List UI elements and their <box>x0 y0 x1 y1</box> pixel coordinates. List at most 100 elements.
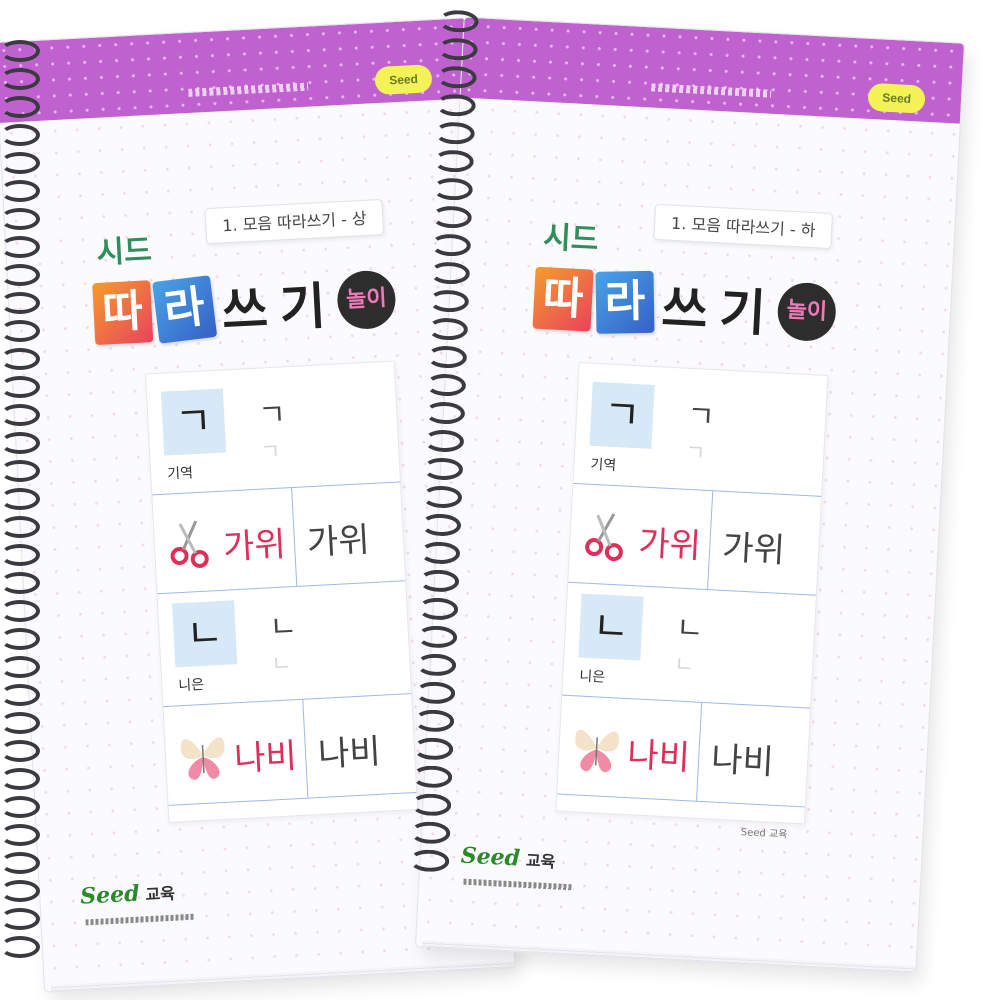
play-circle-badge: 놀이 <box>335 269 397 331</box>
spiral-coil <box>0 404 40 426</box>
word-cell: 나비 <box>557 695 703 801</box>
spiral-coil <box>433 149 475 173</box>
brand-title: 시드 <box>542 219 600 258</box>
spiral-coil <box>0 656 40 678</box>
spiral-coil <box>432 177 474 201</box>
spiral-coil <box>0 684 40 706</box>
spiral-coil <box>0 348 40 370</box>
spiral-coil <box>0 320 40 342</box>
spiral-coil <box>0 936 40 958</box>
spiral-coil <box>419 541 461 565</box>
word-trace: 가위 <box>721 527 786 572</box>
letter-name: 기역 <box>166 465 194 483</box>
word-cell: 나비 <box>163 699 309 805</box>
spiral-coil <box>437 37 479 61</box>
word-trace: 가위 <box>306 520 371 564</box>
spiral-coil <box>415 653 457 677</box>
spiral-coil <box>427 317 469 341</box>
spiral-coil <box>0 124 40 146</box>
trace-ghost: ㄴ <box>270 651 293 678</box>
letter-row: ㄱ 기역 ㄱ ㄱ <box>147 376 400 489</box>
sheet-footnote: Seed 교육 <box>740 827 788 841</box>
spiral-coil <box>424 401 466 425</box>
word-row: 가위 가위 <box>568 482 822 596</box>
title-tile: 라 <box>595 270 655 334</box>
spiral-coil <box>0 432 40 454</box>
spiral-coil <box>0 544 40 566</box>
spiral-coil <box>435 93 477 117</box>
letter-box: ㄴ <box>172 600 238 668</box>
spiral-coil <box>0 264 40 286</box>
spiral-coil <box>416 625 458 649</box>
publisher-name: Seed <box>460 842 521 872</box>
spiral-coil <box>0 460 40 482</box>
workbook-front: Seed 시드 1. 모음 따라쓰기 - 하 따 라 쓰 기 놀이 ㄱ 기역 ㄱ… <box>416 17 964 973</box>
spiral-coil <box>429 261 471 285</box>
title-tile: 따 <box>92 280 154 346</box>
spiral-coil <box>0 572 40 594</box>
spiral-coil <box>0 796 40 818</box>
spiral-coil <box>436 65 478 89</box>
title-glyph: 쓰 <box>220 280 270 341</box>
title-tile: 라 <box>152 275 218 344</box>
trace-ghost: ㄴ <box>673 652 695 679</box>
spiral-coil <box>423 429 465 453</box>
spiral-coil <box>408 849 450 873</box>
spiral-coil <box>417 597 459 621</box>
letter-name: 니은 <box>578 668 606 686</box>
seed-badge: Seed <box>374 64 433 96</box>
word-row: 나비 나비 <box>163 693 417 806</box>
word-text: 나비 <box>626 735 691 779</box>
seed-badge: Seed <box>867 82 926 114</box>
word-row: 가위 가위 <box>152 481 406 595</box>
word-text: 가위 <box>637 523 702 567</box>
spiral-coil <box>0 824 40 846</box>
scissors-icon <box>585 513 623 562</box>
spiral-coil <box>420 513 462 537</box>
word-row: 나비 나비 <box>557 694 811 808</box>
letter-box: ㄱ <box>160 388 227 456</box>
spiral-coil <box>0 68 40 90</box>
stroke-guide: ㄴ <box>268 608 298 646</box>
trace-ghost: ㄱ <box>259 439 282 466</box>
spiral-coil <box>0 628 40 650</box>
spiral-coil <box>0 880 40 902</box>
publisher-logo: Seed 교육 <box>80 879 176 910</box>
publisher-logo: Seed 교육 <box>460 843 556 874</box>
spiral-coil <box>0 488 40 510</box>
spiral-coil <box>0 208 40 230</box>
publisher-suffix: 교육 <box>145 883 176 905</box>
brand-title: 시드 <box>95 233 153 271</box>
spiral-coil <box>434 121 476 145</box>
spiral-coil <box>0 152 40 174</box>
letter-row: ㄴ 니은 ㄴ ㄴ <box>158 587 411 700</box>
spiral-coil <box>425 373 467 397</box>
butterfly-icon <box>180 737 225 780</box>
spiral-coil <box>0 852 40 874</box>
spiral-coil <box>412 737 454 761</box>
word-text: 가위 <box>222 524 287 568</box>
letter-box: ㄱ <box>589 381 655 449</box>
spiral-coil <box>0 740 40 762</box>
spiral-coil <box>0 376 40 398</box>
stroke-guide: ㄱ <box>257 397 287 434</box>
spiral-coil <box>421 485 463 509</box>
product-photo-scene: Seed 시드 1. 모음 따라쓰기 - 상 따 라 쓰 기 놀이 ㄱ 기역 ㄱ… <box>0 0 1000 1000</box>
title-glyph: 기 <box>278 277 328 338</box>
title-glyph: 기 <box>718 282 768 343</box>
spiral-coil <box>438 9 479 33</box>
word-trace: 나비 <box>317 731 382 776</box>
scissors-icon <box>170 520 209 568</box>
letter-row: ㄴ 니은 ㄴ ㄴ <box>563 589 816 702</box>
title-tile: 따 <box>532 266 594 332</box>
publisher-name: Seed <box>79 880 141 910</box>
spiral-coil <box>414 681 456 705</box>
spiral-binding-left <box>0 40 40 960</box>
spiral-coil <box>0 236 40 258</box>
word-trace: 나비 <box>710 739 775 783</box>
spiral-coil <box>428 289 470 313</box>
title-glyph: 쓰 <box>660 279 710 340</box>
spiral-coil <box>0 40 40 62</box>
spiral-coil <box>430 233 472 257</box>
letter-box: ㄴ <box>578 593 644 661</box>
